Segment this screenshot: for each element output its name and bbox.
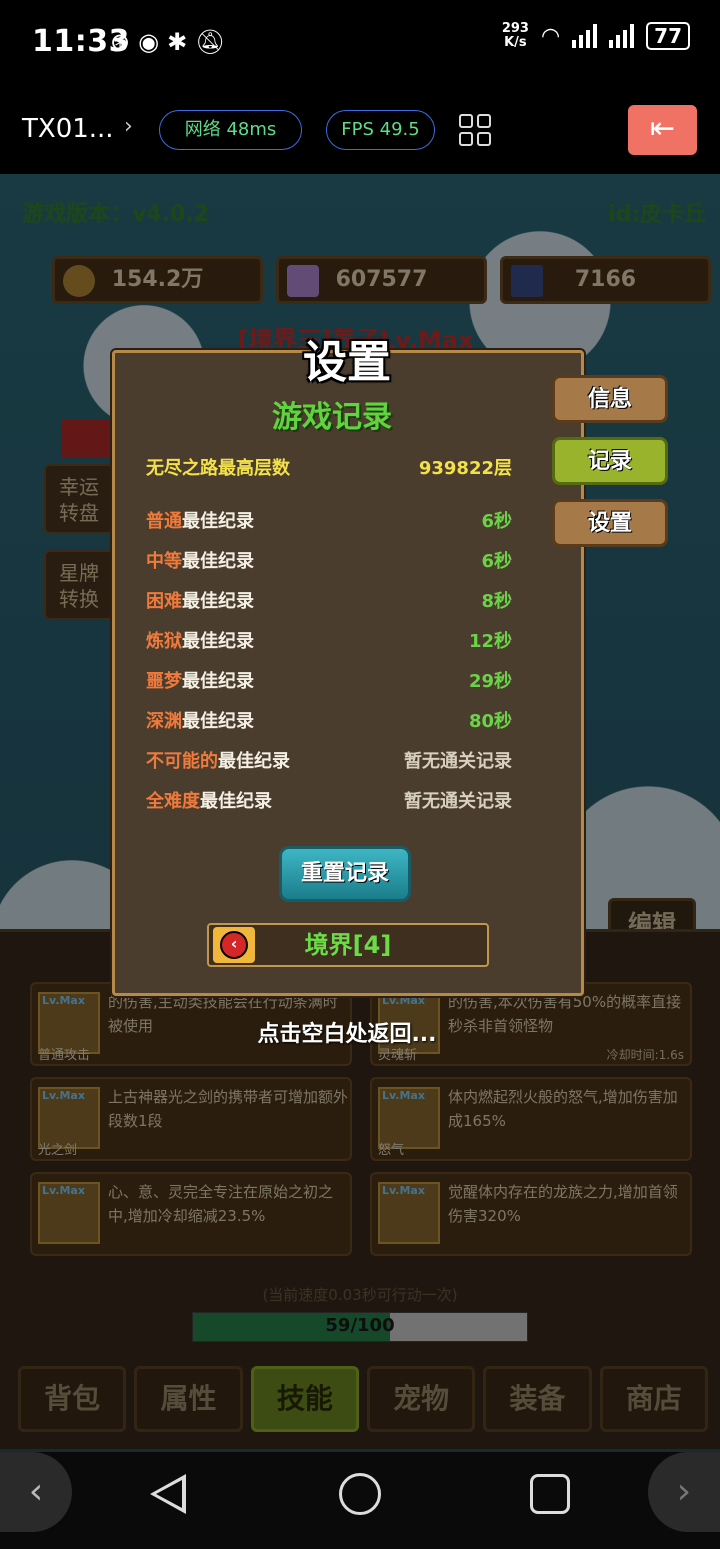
sync-icon: ⊛: [110, 28, 131, 56]
browser-forward-icon[interactable]: ›: [648, 1452, 720, 1532]
record-row: 不可能的最佳纪录 暂无通关记录: [146, 747, 512, 773]
browser-back-icon[interactable]: ‹: [0, 1452, 72, 1532]
record-row: 普通最佳纪录 6秒: [146, 507, 512, 533]
tap-to-return-hint: 点击空白处返回...: [257, 1022, 437, 1047]
record-value: 暂无通关记录: [404, 751, 512, 772]
tab-info[interactable]: 信息: [552, 375, 668, 423]
signal-icon-2: [609, 24, 635, 48]
net-speed: 293 K/s: [502, 22, 529, 50]
record-suffix: 最佳纪录: [182, 631, 254, 652]
record-label: 不可能的最佳纪录: [146, 747, 290, 773]
net-speed-value: 293: [501, 21, 529, 36]
battery-icon: 77: [646, 22, 690, 50]
exit-icon: ⇤: [649, 111, 676, 146]
record-label: 炼狱最佳纪录: [146, 627, 254, 653]
fps-pill: FPS 49.5: [326, 110, 435, 150]
status-bar: 11:33 ⊛ ◉ ✱ 🔕︎ 293 K/s ◠ 77: [0, 0, 720, 86]
record-suffix: 最佳纪录: [182, 671, 254, 692]
record-difficulty: 中等: [146, 551, 182, 572]
mute-icon: 🔕︎: [195, 28, 226, 56]
back-circle-icon: ‹: [213, 927, 255, 963]
record-difficulty: 噩梦: [146, 671, 182, 692]
app-title-bar: TX01... › 网络 48ms FPS 49.5 ⇤: [0, 86, 720, 174]
record-row: 全难度最佳纪录 暂无通关记录: [146, 787, 512, 813]
record-value: 暂无通关记录: [404, 791, 512, 812]
record-difficulty: 困难: [146, 591, 182, 612]
record-difficulty: 炼狱: [146, 631, 182, 652]
net-speed-unit: K/s: [504, 35, 527, 50]
grid-menu-icon[interactable]: [459, 114, 491, 146]
record-value: 6秒: [481, 551, 512, 572]
record-label: 深渊最佳纪录: [146, 707, 254, 733]
record-value: 29秒: [468, 671, 512, 692]
dialog-subtitle: 游戏记录: [272, 400, 392, 435]
exit-button[interactable]: ⇤: [628, 105, 697, 155]
record-row: 中等最佳纪录 6秒: [146, 547, 512, 573]
record-suffix: 最佳纪录: [218, 751, 290, 772]
tab-record[interactable]: 记录: [552, 437, 668, 485]
back-icon[interactable]: [150, 1474, 186, 1514]
record-suffix: 最佳纪录: [200, 791, 272, 812]
notification-icons: ⊛ ◉ ✱ 🔕︎: [110, 28, 226, 56]
tab-settings[interactable]: 设置: [552, 499, 668, 547]
realm-button-label: 境界[4]: [304, 931, 392, 959]
endless-label: 无尽之路最高层数: [146, 458, 290, 479]
recents-icon[interactable]: [530, 1474, 570, 1514]
record-suffix: 最佳纪录: [182, 511, 254, 532]
record-difficulty: 全难度: [146, 791, 200, 812]
bluetooth-icon: ✱: [167, 28, 188, 56]
record-difficulty: 普通: [146, 511, 182, 532]
record-label: 噩梦最佳纪录: [146, 667, 254, 693]
record-value: 12秒: [468, 631, 512, 652]
realm-button[interactable]: ‹ 境界[4]: [207, 923, 489, 967]
endless-value: 939822层: [418, 458, 512, 479]
record-difficulty: 不可能的: [146, 751, 218, 772]
signal-icon: [572, 24, 598, 48]
record-label: 中等最佳纪录: [146, 547, 254, 573]
navigation-bar: ‹ ›: [0, 1452, 720, 1549]
chevron-right-icon[interactable]: ›: [124, 114, 133, 139]
system-icons: 293 K/s ◠ 77: [502, 22, 690, 50]
record-label: 全难度最佳纪录: [146, 787, 272, 813]
home-icon[interactable]: [339, 1473, 381, 1515]
record-value: 8秒: [481, 591, 512, 612]
network-latency-pill: 网络 48ms: [159, 110, 302, 150]
app-name[interactable]: TX01...: [22, 114, 114, 144]
record-label: 普通最佳纪录: [146, 507, 254, 533]
record-suffix: 最佳纪录: [182, 711, 254, 732]
eye-icon: ◉: [138, 28, 160, 56]
record-row: 噩梦最佳纪录 29秒: [146, 667, 512, 693]
record-row: 深渊最佳纪录 80秒: [146, 707, 512, 733]
record-row: 炼狱最佳纪录 12秒: [146, 627, 512, 653]
record-difficulty: 深渊: [146, 711, 182, 732]
record-suffix: 最佳纪录: [182, 551, 254, 572]
endless-record-row: 无尽之路最高层数 939822层: [146, 454, 512, 479]
record-label: 困难最佳纪录: [146, 587, 254, 613]
record-value: 80秒: [468, 711, 512, 732]
record-row: 困难最佳纪录 8秒: [146, 587, 512, 613]
record-suffix: 最佳纪录: [182, 591, 254, 612]
record-value: 6秒: [481, 511, 512, 532]
reset-records-button[interactable]: 重置记录: [279, 846, 411, 902]
wifi-icon: ◠: [540, 23, 561, 49]
